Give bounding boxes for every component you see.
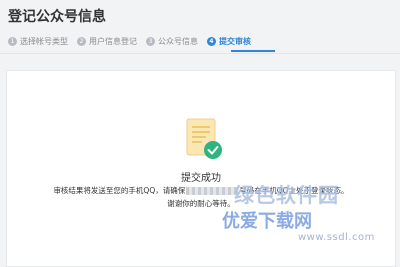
step-user-info-registration: 2 用户信息登记 — [77, 36, 137, 47]
result-panel: 提交成功 审核结果将发送至您的手机QQ，请确保 号码在手机QQ上处于登录状态。 谢… — [6, 70, 396, 267]
step-number: 4 — [207, 37, 216, 46]
thanks-message: 谢谢你的耐心等待。 — [167, 199, 235, 208]
review-message-part1: 审核结果将发送至您的手机QQ，请确保 — [53, 186, 186, 195]
step-label: 公众号信息 — [158, 37, 198, 46]
step-indicator: 1 选择帐号类型 2 用户信息登记 3 公众号信息 4 提交审核 — [8, 36, 251, 47]
review-message-part2: 号码在手机QQ上处于登录状态。 — [239, 186, 349, 195]
header-divider — [0, 53, 400, 54]
step-number: 2 — [77, 37, 86, 46]
step-label: 选择帐号类型 — [20, 37, 68, 46]
redacted-qq-number — [186, 187, 239, 195]
document-success-icon — [186, 118, 222, 159]
active-step-underline — [231, 50, 275, 52]
step-number: 3 — [146, 37, 155, 46]
step-label: 提交审核 — [219, 37, 251, 46]
step-submit-review: 4 提交审核 — [207, 36, 251, 47]
step-official-account-info: 3 公众号信息 — [146, 36, 198, 47]
review-message: 审核结果将发送至您的手机QQ，请确保 号码在手机QQ上处于登录状态。 — [7, 185, 395, 196]
step-number: 1 — [8, 37, 17, 46]
step-select-account-type: 1 选择帐号类型 — [8, 36, 68, 47]
success-title: 提交成功 — [181, 173, 221, 184]
page-title: 登记公众号信息 — [8, 9, 106, 25]
step-label: 用户信息登记 — [89, 37, 137, 46]
